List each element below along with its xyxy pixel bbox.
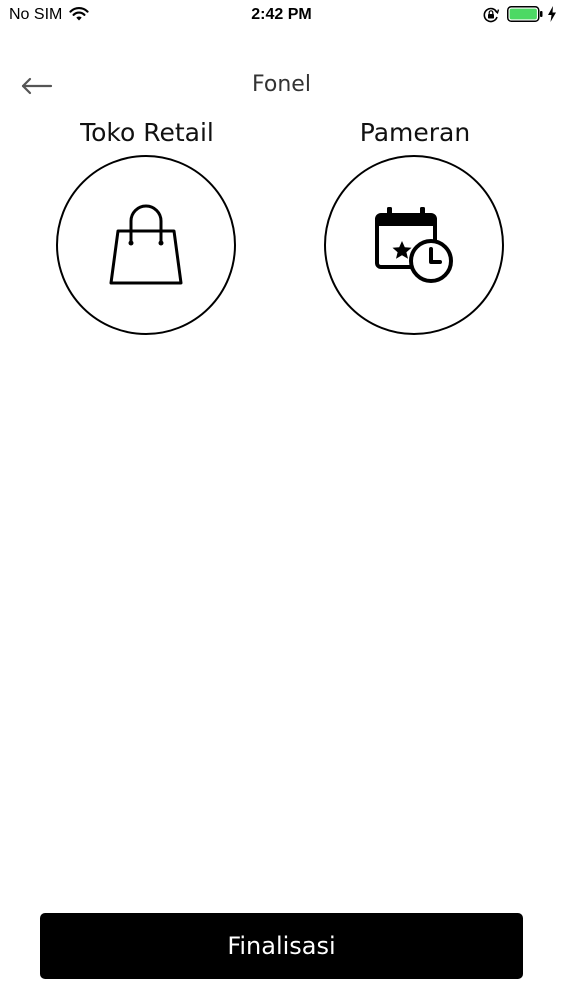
option-circle-pameran[interactable] [324, 155, 504, 335]
battery-icon [507, 6, 543, 22]
page-title: Fonel [252, 72, 311, 97]
finalize-button[interactable]: Finalisasi [40, 913, 523, 979]
header: Fonel [0, 62, 563, 108]
status-bar: No SIM 2:42 PM [0, 0, 563, 30]
calendar-clock-icon [375, 207, 453, 283]
option-label-toko-retail: Toko Retail [80, 118, 214, 147]
status-time: 2:42 PM [251, 6, 312, 23]
shopping-bag-icon [109, 204, 183, 285]
charging-icon [548, 6, 556, 22]
option-label-pameran: Pameran [359, 118, 471, 147]
option-circle-toko-retail[interactable] [56, 155, 236, 335]
option-pameran[interactable]: Pameran [305, 116, 525, 346]
option-toko-retail[interactable]: Toko Retail [37, 116, 257, 346]
rotation-lock-icon [483, 7, 500, 23]
